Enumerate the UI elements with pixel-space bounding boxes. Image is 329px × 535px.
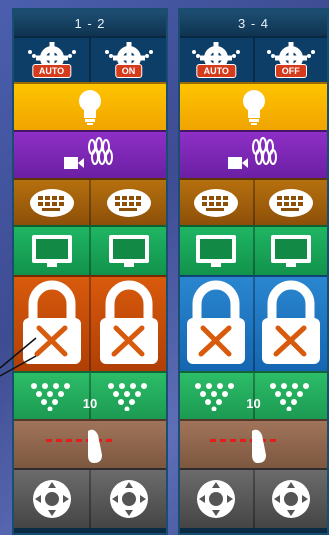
camera-row — [180, 130, 327, 178]
on-badge: ON — [114, 64, 143, 78]
pinsetter-auto-button[interactable]: AUTO — [14, 38, 89, 82]
maintenance-lock-button-right[interactable] — [89, 277, 166, 371]
light-bulb-icon — [79, 90, 101, 125]
lane-header: 1 - 2 — [14, 10, 166, 36]
maintenance-lock-row — [180, 275, 327, 371]
keyboard-icon — [29, 188, 74, 217]
monitor-row — [14, 225, 166, 275]
camera-button[interactable] — [14, 132, 166, 178]
keyboard-icon — [194, 188, 239, 217]
pins-rack-icon — [195, 383, 235, 411]
pins-rack-icon — [107, 383, 147, 411]
monitor-icon — [270, 235, 311, 267]
monitor-button-right[interactable] — [89, 227, 166, 275]
light-row — [14, 82, 166, 130]
joystick-icon — [32, 480, 71, 518]
lane-panel-3-4: 3 - 4 AUTO OFF 10 — [178, 8, 329, 535]
pins-rack-icon — [30, 383, 70, 411]
foul-line-button[interactable] — [180, 421, 327, 468]
camera-pins-icon — [227, 137, 277, 169]
maintenance-lock-button-right[interactable] — [252, 277, 328, 371]
joystick-button-right[interactable] — [89, 470, 166, 528]
pins-rack-icon — [269, 383, 309, 411]
maintenance-lock-icon — [187, 280, 246, 364]
off-badge: OFF — [274, 64, 307, 78]
pins-count: 10 — [246, 396, 261, 411]
keyboard-button-left[interactable] — [14, 180, 89, 225]
camera-pins-icon — [64, 137, 113, 169]
monitor-button-left[interactable] — [180, 227, 253, 275]
pinsetter-off-button[interactable]: OFF — [252, 38, 328, 82]
maintenance-lock-icon — [99, 280, 158, 364]
keyboard-row — [180, 178, 327, 225]
foul-line-icon — [46, 429, 112, 463]
camera-row — [14, 130, 166, 178]
pins-count: 10 — [82, 396, 98, 411]
monitor-icon — [31, 235, 72, 267]
pins-button-right[interactable] — [252, 373, 328, 419]
joystick-icon — [271, 480, 310, 518]
callout-pointer — [0, 337, 37, 377]
monitor-button-left[interactable] — [14, 227, 89, 275]
maintenance-lock-button-left[interactable] — [180, 277, 253, 371]
light-button[interactable] — [180, 84, 327, 130]
monitor-button-right[interactable] — [252, 227, 328, 275]
lane-panel-1-2: 1 - 2 AUTO ON 10 — [12, 8, 168, 535]
auto-badge: AUTO — [196, 64, 236, 78]
lane-header: 3 - 4 — [180, 10, 327, 36]
joystick-icon — [197, 480, 236, 518]
pins-row: 10 — [180, 371, 327, 419]
keyboard-button-right[interactable] — [89, 180, 166, 225]
pinsetter-on-button[interactable]: ON — [89, 38, 166, 82]
foul-line-icon — [209, 429, 276, 463]
camera-button[interactable] — [180, 132, 327, 178]
auto-badge: AUTO — [31, 64, 72, 78]
pins-button-right[interactable] — [89, 373, 166, 419]
pinsetter-mode-row: AUTO ON — [14, 36, 166, 82]
monitor-icon — [108, 235, 149, 267]
pinsetter-auto-button[interactable]: AUTO — [180, 38, 253, 82]
joystick-row — [14, 468, 166, 528]
joystick-button-left[interactable] — [180, 470, 253, 528]
light-button[interactable] — [14, 84, 166, 130]
keyboard-icon — [268, 188, 313, 217]
pinsetter-mode-row: AUTO OFF — [180, 36, 327, 82]
maintenance-lock-icon — [261, 280, 320, 364]
keyboard-button-left[interactable] — [180, 180, 253, 225]
joystick-button-right[interactable] — [252, 470, 328, 528]
monitor-icon — [196, 235, 237, 267]
joystick-icon — [109, 480, 148, 518]
foul-row — [14, 419, 166, 468]
monitor-row — [180, 225, 327, 275]
joystick-button-left[interactable] — [14, 470, 89, 528]
foul-line-button[interactable] — [14, 421, 166, 468]
keyboard-row — [14, 178, 166, 225]
keyboard-button-right[interactable] — [252, 180, 328, 225]
pins-button-left[interactable] — [180, 373, 253, 419]
light-row — [180, 82, 327, 130]
joystick-row — [180, 468, 327, 528]
foul-row — [180, 419, 327, 468]
keyboard-icon — [106, 188, 151, 217]
light-bulb-icon — [242, 90, 265, 125]
